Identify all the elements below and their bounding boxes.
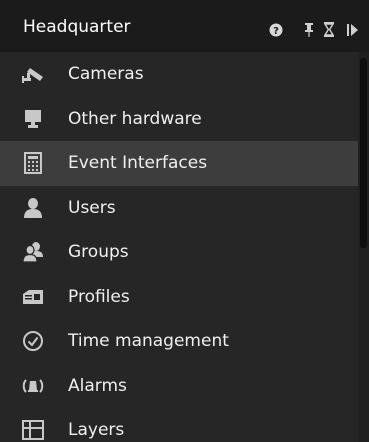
clock-icon: [23, 331, 43, 351]
nav-item-profiles[interactable]: Profiles: [0, 275, 358, 320]
vertical-scrollbar[interactable]: [358, 52, 369, 442]
collapse-panel-icon[interactable]: [347, 23, 359, 37]
svg-text:?: ?: [273, 26, 279, 37]
layers-grid-icon: [22, 420, 44, 440]
camera-icon: [22, 68, 43, 83]
pin-icon[interactable]: [305, 23, 313, 37]
panel-title: Headquarter: [23, 17, 131, 37]
nav-item-label: Other hardware: [68, 108, 202, 129]
nav-item-label: Alarms: [68, 375, 127, 396]
nav-item-label: Profiles: [68, 286, 130, 307]
navigation-list: Cameras Other hardware Event Interfaces …: [0, 52, 358, 442]
nav-item-time-management[interactable]: Time management: [0, 319, 358, 364]
user-icon: [24, 197, 42, 218]
organization-panel: Headquarter ? Cameras Other hardware Eve…: [0, 0, 369, 442]
nav-item-label: Layers: [68, 420, 125, 440]
event-interface-icon: [24, 152, 42, 174]
nav-item-label: Time management: [68, 331, 229, 351]
nav-item-users[interactable]: Users: [0, 186, 358, 231]
nav-item-groups[interactable]: Groups: [0, 230, 358, 275]
help-icon[interactable]: ?: [269, 23, 283, 37]
nav-item-label: Users: [68, 197, 116, 218]
nav-item-label: Cameras: [68, 64, 144, 84]
filter-icon[interactable]: [324, 22, 334, 37]
nav-item-cameras[interactable]: Cameras: [0, 52, 358, 97]
nav-item-event-interfaces[interactable]: Event Interfaces: [0, 141, 358, 186]
panel-header: Headquarter ?: [0, 0, 369, 52]
nav-item-layers[interactable]: Layers: [0, 408, 358, 442]
nav-item-label: Event Interfaces: [68, 153, 208, 173]
profile-card-icon: [23, 289, 43, 304]
scrollbar-thumb[interactable]: [360, 58, 367, 248]
nav-item-other-hardware[interactable]: Other hardware: [0, 97, 358, 142]
alarm-icon: [22, 378, 44, 393]
nav-item-label: Groups: [68, 242, 129, 262]
group-icon: [22, 242, 43, 263]
nav-item-alarms[interactable]: Alarms: [0, 364, 358, 409]
monitor-icon: [25, 109, 41, 128]
